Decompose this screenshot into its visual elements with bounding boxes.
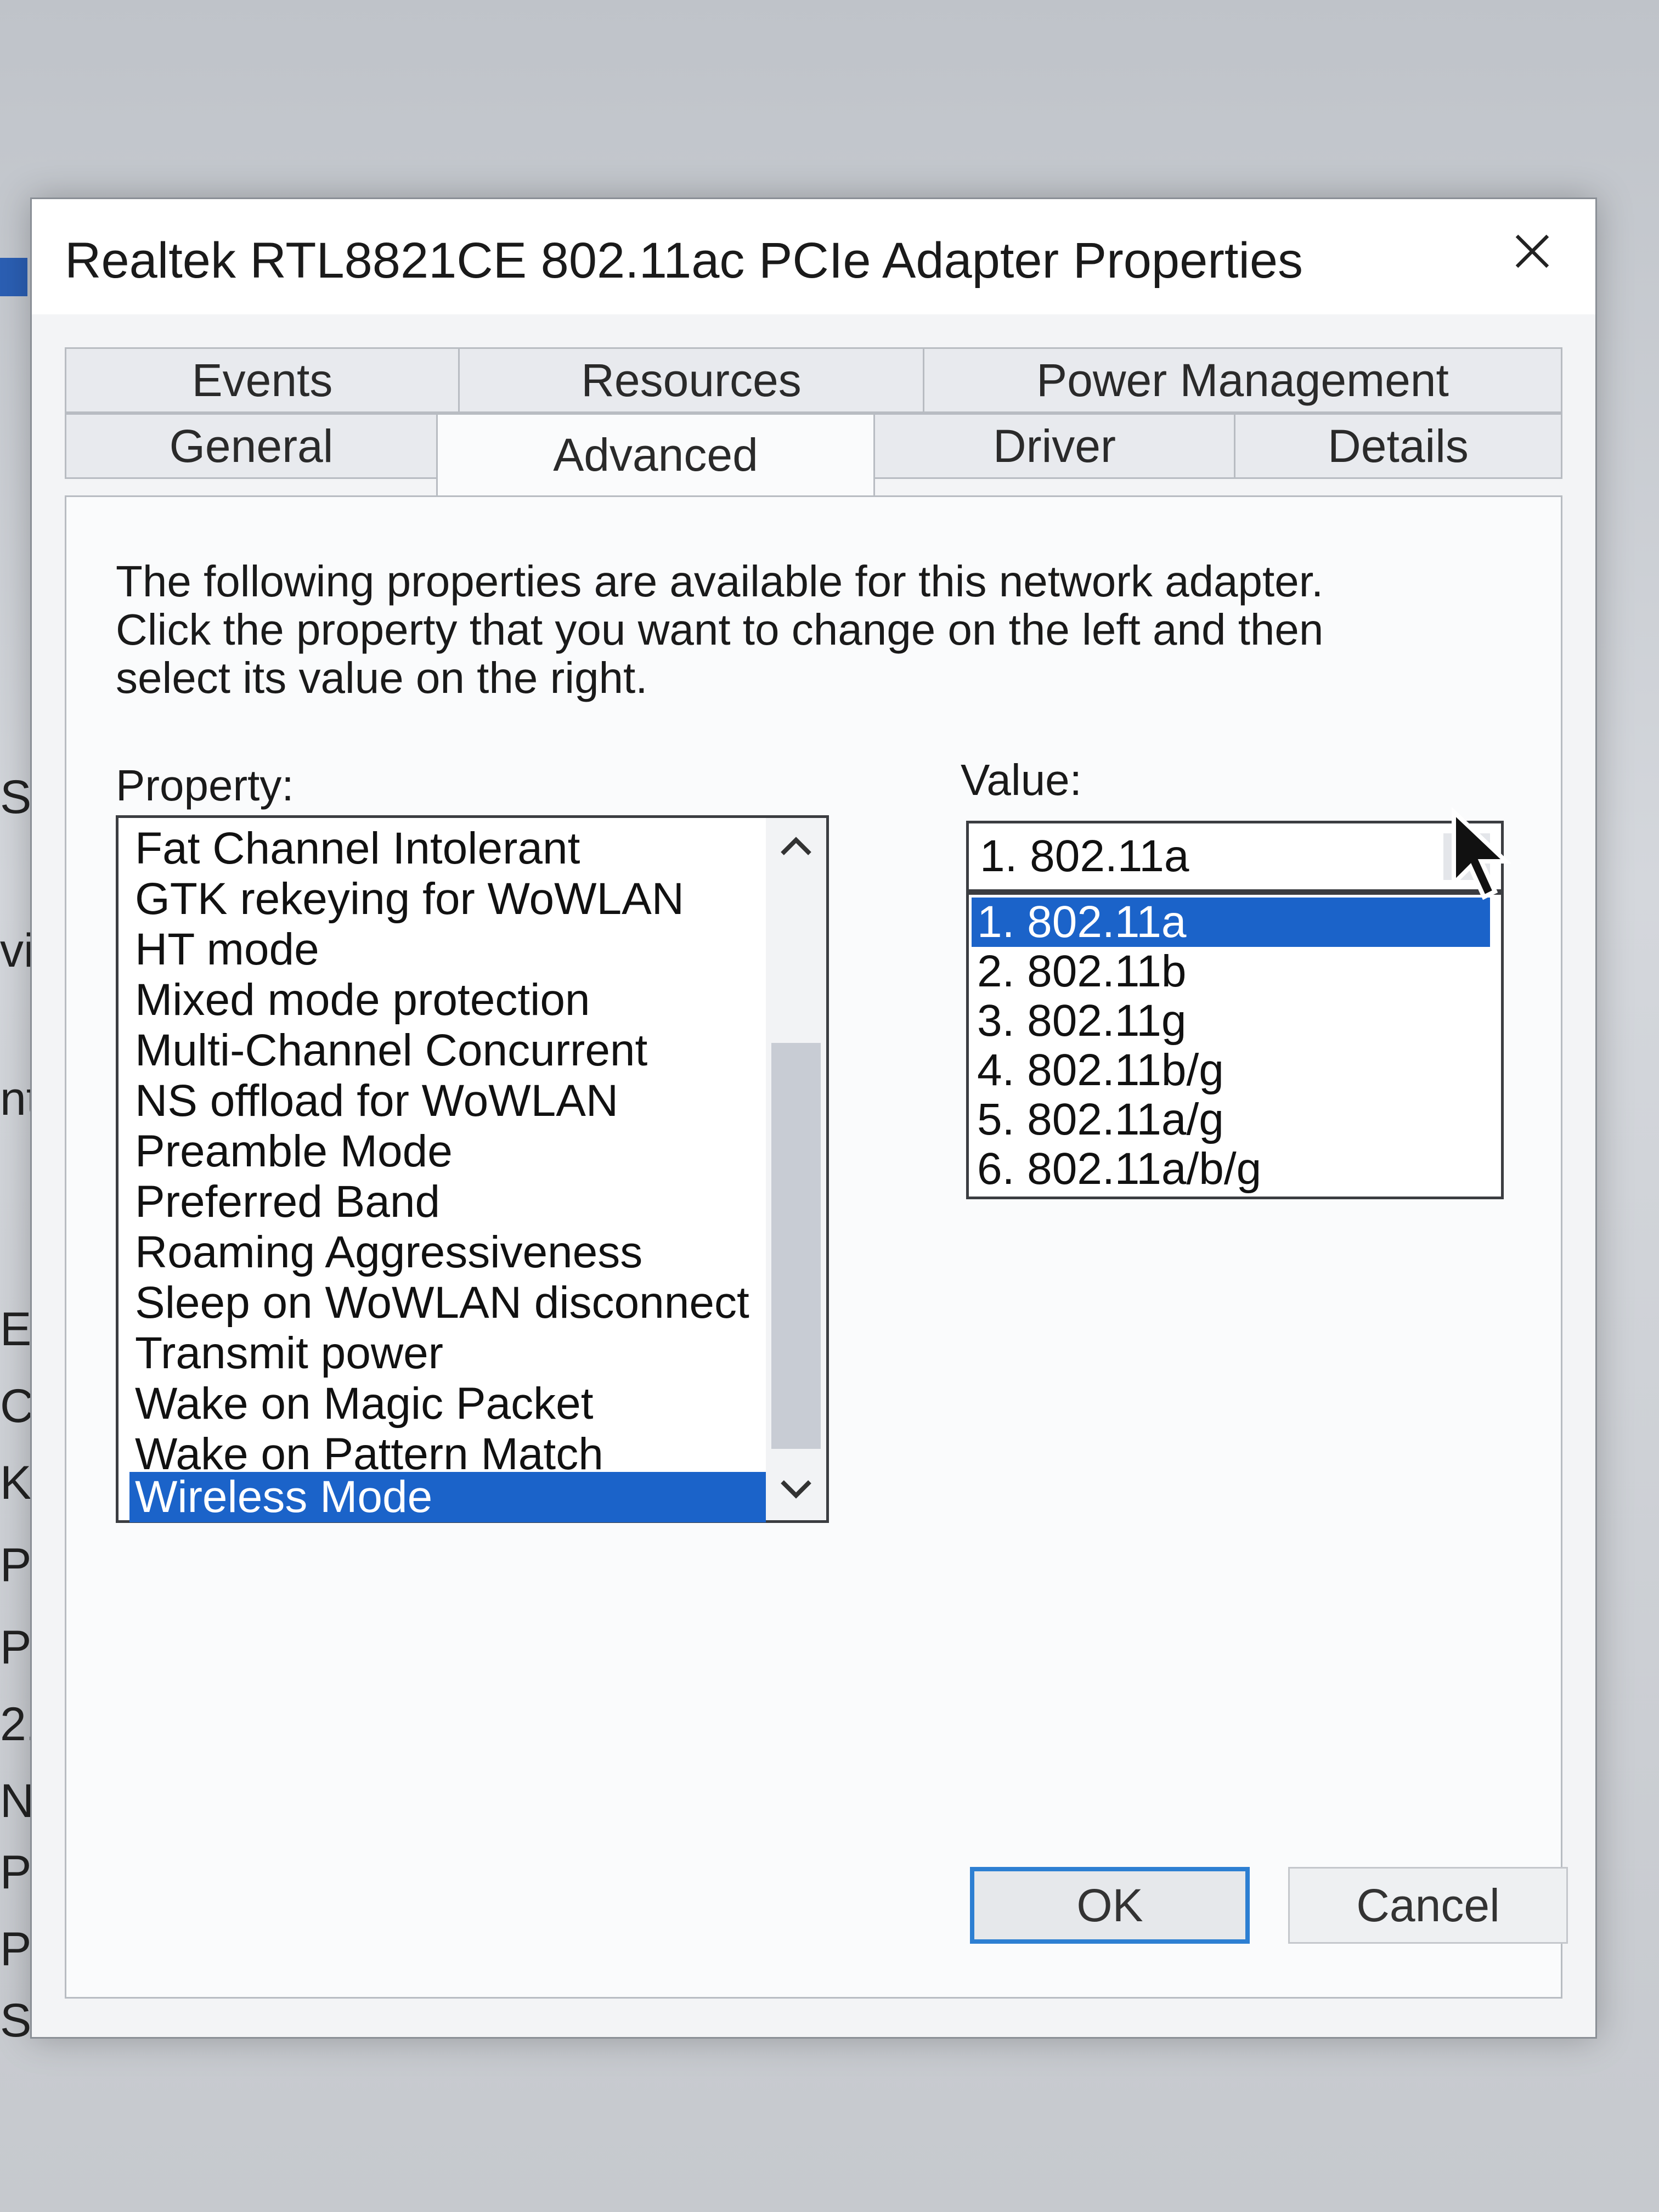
property-list-scrollbar[interactable] [766,818,826,1520]
tab-advanced[interactable]: Advanced [436,413,875,495]
property-list[interactable]: Fat Channel Intolerant GTK rekeying for … [116,815,829,1523]
value-dropdown-selected: 1. 802.11a [980,831,1189,881]
list-item[interactable]: Transmit power [129,1328,766,1379]
tab-power-management[interactable]: Power Management [923,347,1562,413]
list-item[interactable]: Mixed mode protection [129,975,766,1025]
list-item[interactable]: Fat Channel Intolerant [129,823,766,874]
list-item[interactable]: Preferred Band [129,1177,766,1227]
list-item[interactable]: Sleep on WoWLAN disconnect [129,1278,766,1328]
list-item[interactable]: Wake on Magic Packet [129,1379,766,1429]
chevron-down-icon [781,1480,811,1499]
dialog-title: Realtek RTL8821CE 802.11ac PCIe Adapter … [65,233,1304,289]
option-item[interactable]: 2. 802.11b [972,947,1490,996]
list-item[interactable]: NS offload for WoWLAN [129,1076,766,1126]
scroll-up-button[interactable] [777,826,815,865]
background-text-fragment: S [0,771,32,823]
mouse-pointer-icon [1452,806,1512,900]
option-item-selected[interactable]: 1. 802.11a [972,898,1490,947]
property-label: Property: [116,761,294,810]
tab-driver[interactable]: Driver [873,413,1235,479]
background-window-highlight [0,258,27,296]
option-item[interactable]: 5. 802.11a/g [972,1095,1490,1144]
option-item[interactable]: 3. 802.11g [972,996,1490,1046]
option-item[interactable]: 6. 802.11a/b/g [972,1144,1490,1194]
list-item[interactable]: HT mode [129,924,766,975]
description-text: The following properties are available f… [116,557,1324,702]
tab-general[interactable]: General [65,413,438,479]
value-dropdown[interactable]: 1. 802.11a [966,821,1504,892]
background-text-fragment: vi [0,924,35,977]
title-bar[interactable]: Realtek RTL8821CE 802.11ac PCIe Adapter … [32,199,1595,314]
close-icon [1515,234,1549,268]
list-item[interactable]: Roaming Aggressiveness [129,1227,766,1278]
tab-events[interactable]: Events [65,347,460,413]
tab-details[interactable]: Details [1234,413,1562,479]
option-item[interactable]: 4. 802.11b/g [972,1046,1490,1095]
list-item[interactable]: Preamble Mode [129,1126,766,1177]
value-options-list[interactable]: 1. 802.11a 2. 802.11b 3. 802.11g 4. 802.… [966,892,1504,1199]
ok-button[interactable]: OK [970,1867,1250,1944]
advanced-tab-panel: The following properties are available f… [65,495,1562,1999]
value-label: Value: [961,755,1082,804]
chevron-up-icon [781,837,811,855]
list-item-selected[interactable]: Wireless Mode [129,1472,766,1522]
scroll-thumb[interactable] [771,1043,821,1449]
tab-resources[interactable]: Resources [458,347,924,413]
cancel-button[interactable]: Cancel [1288,1867,1568,1944]
list-item[interactable]: GTK rekeying for WoWLAN [129,874,766,924]
scroll-down-button[interactable] [777,1471,815,1509]
list-item[interactable]: Multi-Channel Concurrent [129,1025,766,1076]
close-button[interactable] [1502,221,1562,281]
adapter-properties-dialog: Realtek RTL8821CE 802.11ac PCIe Adapter … [30,198,1597,2039]
